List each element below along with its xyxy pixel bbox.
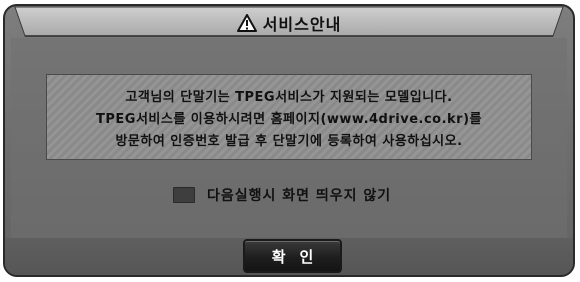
service-notice-dialog: 서비스안내 고객님의 단말기는 TPEG서비스가 지원되는 모델입니다. TPE… — [3, 4, 575, 277]
do-not-show-again-row[interactable]: 다음실행시 화면 띄우지 않기 — [173, 184, 391, 206]
message-line-3: 방문하여 인증번호 발급 후 단말기에 등록하여 사용하십시오. — [115, 133, 463, 149]
message-line-1: 고객님의 단말기는 TPEG서비스가 지원되는 모델입니다. — [125, 89, 453, 105]
screen: 서비스안내 고객님의 단말기는 TPEG서비스가 지원되는 모델입니다. TPE… — [0, 0, 580, 282]
message-panel: 고객님의 단말기는 TPEG서비스가 지원되는 모델입니다. TPEG서비스를 … — [46, 74, 532, 160]
warning-triangle-icon — [236, 14, 257, 32]
dialog-title-text: 서비스안내 — [262, 15, 342, 34]
ok-button-label: 확인 — [271, 247, 328, 266]
do-not-show-again-label: 다음실행시 화면 띄우지 않기 — [207, 188, 392, 204]
ok-button[interactable]: 확인 — [243, 239, 342, 273]
dialog-title-bar: 서비스안내 — [5, 6, 573, 40]
do-not-show-again-checkbox[interactable] — [173, 187, 195, 203]
message-line-2: TPEG서비스를 이용하시려면 홈페이지(www.4drive.co.kr)를 — [96, 111, 482, 127]
dialog-title: 서비스안내 — [5, 11, 573, 35]
